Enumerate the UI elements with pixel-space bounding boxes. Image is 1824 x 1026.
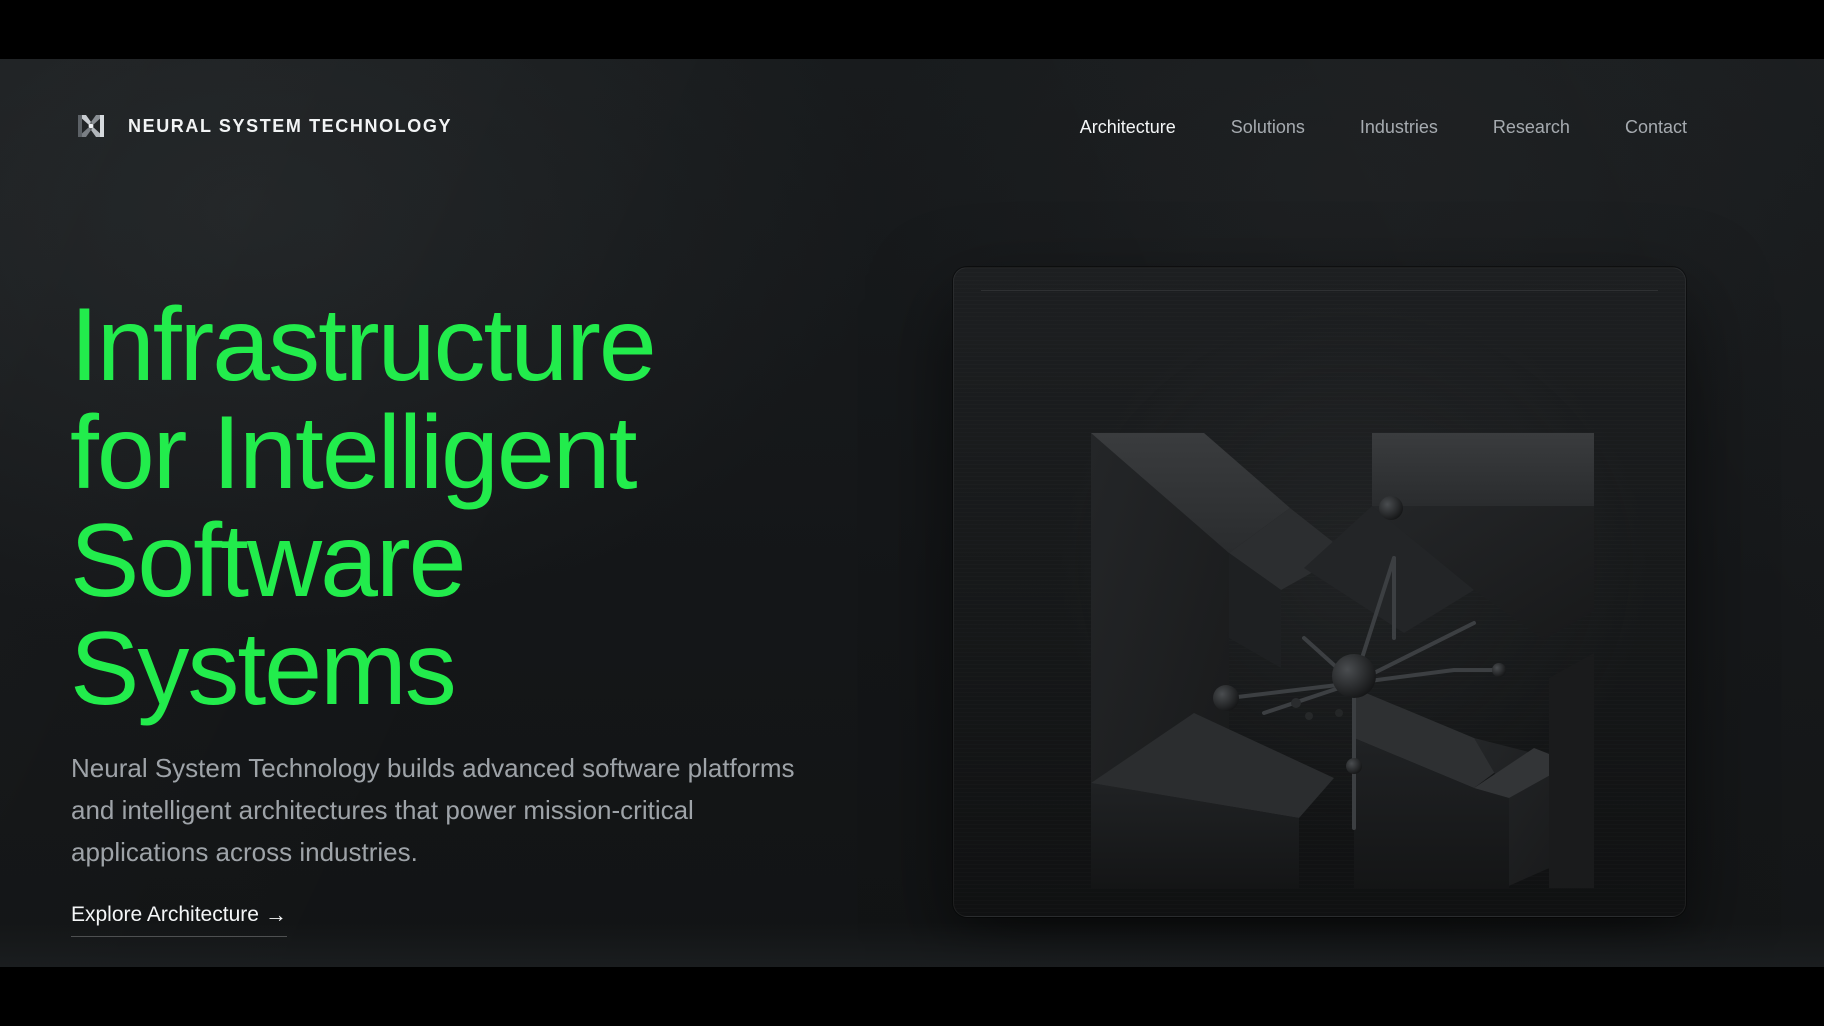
hero-title-line: Software <box>70 503 466 619</box>
hero-title-line: Infrastructure <box>70 287 657 403</box>
hero-description-line: and intelligent architectures that power… <box>71 795 694 825</box>
nav-link-architecture[interactable]: Architecture <box>1080 117 1176 138</box>
landing-page: NEURAL SYSTEM TECHNOLOGY Architecture So… <box>0 59 1824 967</box>
nst-logo-icon <box>78 115 104 137</box>
brand-name: NEURAL SYSTEM TECHNOLOGY <box>128 115 453 136</box>
brand-link[interactable]: NEURAL SYSTEM TECHNOLOGY <box>76 113 452 139</box>
neural-x-emblem-icon <box>1091 433 1594 888</box>
nav-link-industries[interactable]: Industries <box>1360 117 1438 138</box>
letterbox-bottom <box>0 967 1824 1026</box>
hero-title-line: Systems <box>70 611 457 727</box>
hero-title-line: for Intelligent <box>70 395 637 511</box>
hero-description-line: Neural System Technology builds advanced… <box>71 753 795 783</box>
hero-description: Neural System Technology builds advanced… <box>71 747 871 873</box>
footer-band <box>0 923 1824 967</box>
main-nav: Architecture Solutions Industries Resear… <box>1080 117 1687 138</box>
nav-link-solutions[interactable]: Solutions <box>1231 117 1305 138</box>
letterbox-top <box>0 0 1824 59</box>
hero-description-line: applications across industries. <box>71 837 418 867</box>
hero-title: Infrastructure for Intelligent Software … <box>70 291 830 723</box>
architecture-visual-card <box>953 267 1686 917</box>
nav-link-contact[interactable]: Contact <box>1625 117 1687 138</box>
nav-link-research[interactable]: Research <box>1493 117 1570 138</box>
